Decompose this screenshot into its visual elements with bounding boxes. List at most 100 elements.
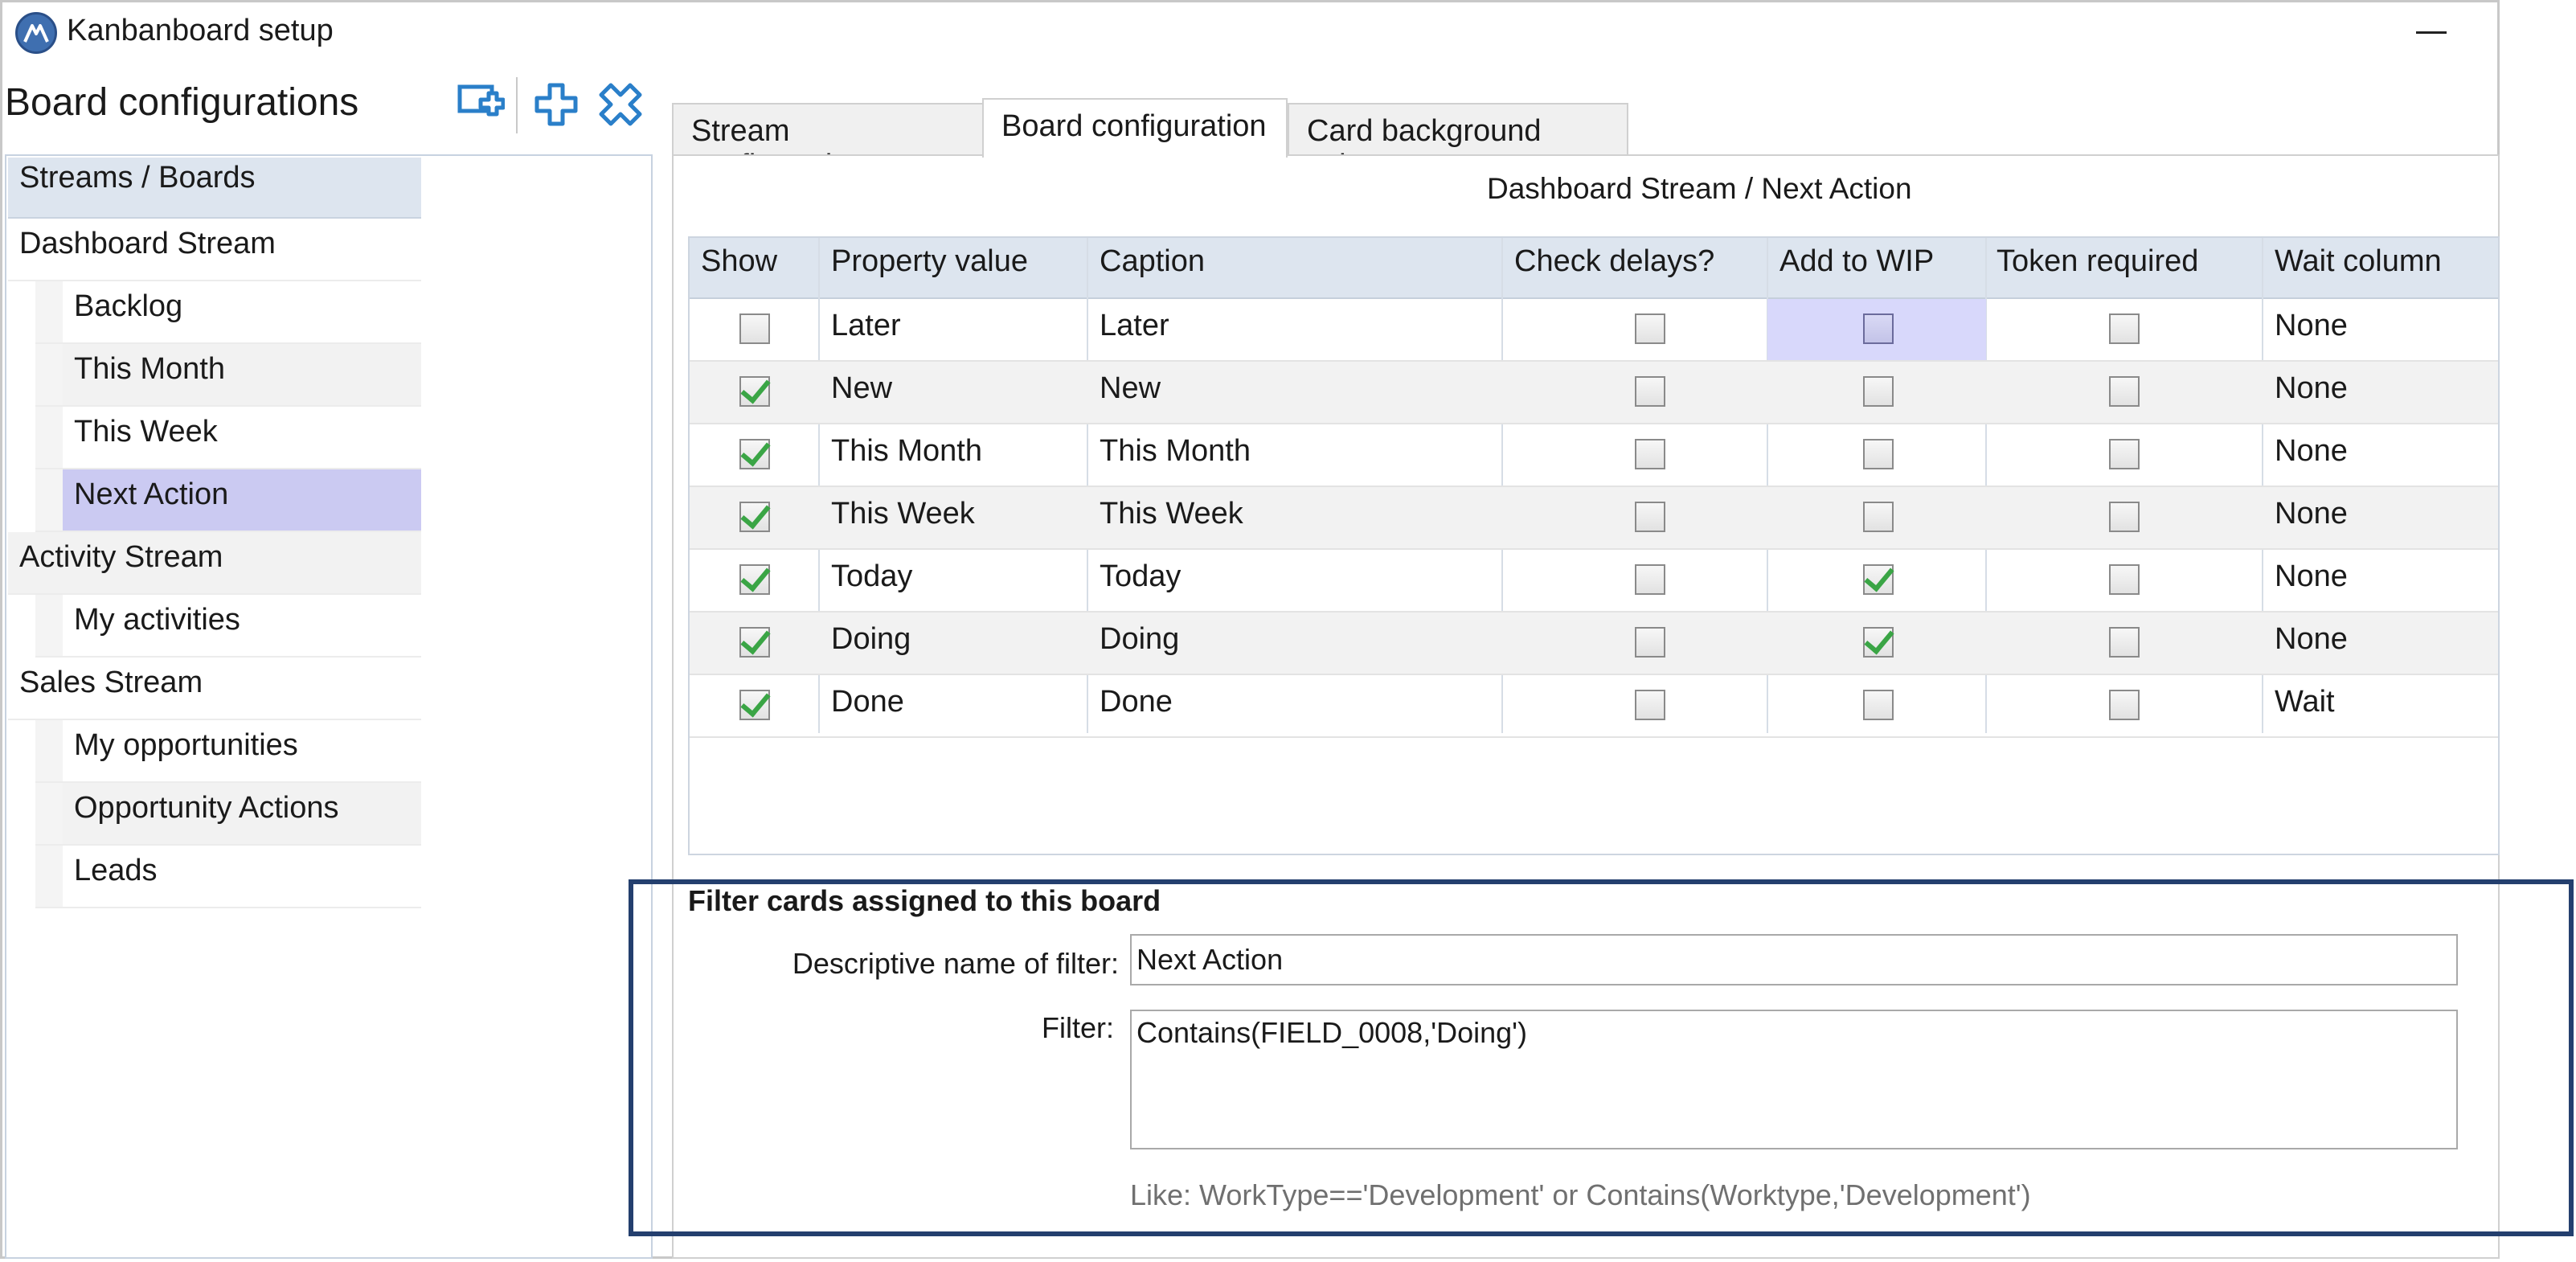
token-required-checkbox[interactable] [2109, 439, 2140, 469]
table-row[interactable]: This Month This Month None [690, 424, 2498, 487]
tree-item-my-activities[interactable]: My activities [35, 595, 421, 658]
add-board-button[interactable] [457, 80, 506, 129]
table-row[interactable]: Later Later None [690, 299, 2498, 362]
tree-item-leads[interactable]: Leads [35, 846, 421, 908]
tree-item-label: My activities [74, 603, 240, 637]
check-delays-checkbox[interactable] [1635, 690, 1665, 720]
property-value-cell[interactable]: This Week [831, 497, 975, 531]
minimize-button[interactable] [2410, 14, 2458, 51]
show-checkbox[interactable] [739, 564, 770, 595]
property-value-cell[interactable]: Later [831, 309, 901, 343]
show-checkbox[interactable] [739, 627, 770, 658]
property-value-cell[interactable]: This Month [831, 434, 982, 469]
add-to-wip-checkbox[interactable] [1863, 313, 1894, 344]
wait-column-cell[interactable]: None [2275, 497, 2348, 531]
column-header-property-value[interactable]: Property value [831, 244, 1028, 279]
show-checkbox[interactable] [739, 690, 770, 720]
tree-item-backlog[interactable]: Backlog [35, 281, 421, 344]
tab-stream-configuration[interactable]: Stream configuration [672, 103, 984, 182]
table-row[interactable]: Done Done Wait [690, 675, 2498, 738]
column-header-wait-column[interactable]: Wait column [2275, 244, 2442, 279]
tree-item-label: Backlog [74, 289, 183, 323]
wait-column-cell[interactable]: None [2275, 434, 2348, 469]
check-delays-checkbox[interactable] [1635, 376, 1665, 407]
app-logo-icon [15, 12, 57, 54]
tree-item-sales-stream[interactable]: Sales Stream [8, 658, 421, 720]
column-header-show[interactable]: Show [701, 244, 777, 279]
token-required-checkbox[interactable] [2109, 376, 2140, 407]
delete-icon [599, 83, 642, 126]
streams-boards-panel: Streams / Boards Dashboard Stream Backlo… [5, 154, 653, 1259]
add-to-wip-checkbox[interactable] [1863, 627, 1894, 658]
column-header-token-required[interactable]: Token required [1997, 244, 2198, 279]
add-to-wip-checkbox[interactable] [1863, 564, 1894, 595]
column-header-add-to-wip[interactable]: Add to WIP [1779, 244, 1934, 279]
column-header-check-delays[interactable]: Check delays? [1514, 244, 1714, 279]
token-required-checkbox[interactable] [2109, 690, 2140, 720]
wait-column-cell[interactable]: None [2275, 622, 2348, 657]
show-checkbox[interactable] [739, 376, 770, 407]
check-delays-checkbox[interactable] [1635, 564, 1665, 595]
wait-column-cell[interactable]: None [2275, 309, 2348, 343]
tree-item-dashboard-stream[interactable]: Dashboard Stream [8, 219, 421, 281]
check-delays-checkbox[interactable] [1635, 502, 1665, 532]
tree-item-opportunity-actions[interactable]: Opportunity Actions [35, 783, 421, 846]
caption-cell[interactable]: Done [1100, 685, 1173, 719]
add-to-wip-checkbox[interactable] [1863, 502, 1894, 532]
token-required-checkbox[interactable] [2109, 313, 2140, 344]
tree-item-label: Leads [74, 854, 158, 887]
board-title: Dashboard Stream / Next Action [1487, 172, 1912, 205]
board-columns-grid: Show Property value Caption Check delays… [688, 236, 2500, 855]
property-value-cell[interactable]: Done [831, 685, 904, 719]
tree-item-label: This Month [74, 352, 225, 386]
caption-cell[interactable]: This Month [1100, 434, 1251, 469]
property-value-cell[interactable]: Today [831, 559, 912, 594]
show-checkbox[interactable] [739, 502, 770, 532]
wait-column-cell[interactable]: Wait [2275, 685, 2335, 719]
caption-cell[interactable]: Later [1100, 309, 1169, 343]
tree-item-activity-stream[interactable]: Activity Stream [8, 532, 421, 595]
tree-item-label: My opportunities [74, 728, 298, 762]
caption-cell[interactable]: Today [1100, 559, 1181, 594]
tree-item-this-month[interactable]: This Month [35, 344, 421, 407]
show-checkbox[interactable] [739, 439, 770, 469]
tree-item-label: This Week [74, 415, 218, 449]
show-checkbox[interactable] [739, 313, 770, 344]
tab-card-background-colors[interactable]: Card background colors [1288, 103, 1628, 182]
delete-button[interactable] [596, 80, 645, 129]
caption-cell[interactable]: This Week [1100, 497, 1243, 531]
token-required-checkbox[interactable] [2109, 564, 2140, 595]
grid-header: Show Property value Caption Check delays… [690, 238, 2498, 299]
check-delays-checkbox[interactable] [1635, 439, 1665, 469]
property-value-cell[interactable]: Doing [831, 622, 911, 657]
check-delays-checkbox[interactable] [1635, 313, 1665, 344]
tree-header: Streams / Boards [8, 158, 421, 219]
add-board-icon [457, 84, 506, 117]
tree-item-label: Opportunity Actions [74, 791, 339, 825]
add-button[interactable] [532, 80, 580, 129]
token-required-checkbox[interactable] [2109, 502, 2140, 532]
add-to-wip-checkbox[interactable] [1863, 690, 1894, 720]
caption-cell[interactable]: New [1100, 371, 1161, 406]
tab-board-configuration[interactable]: Board configuration [982, 98, 1288, 158]
table-row[interactable]: This Week This Week None [690, 487, 2498, 550]
tree-item-next-action[interactable]: Next Action [35, 469, 421, 532]
column-header-caption[interactable]: Caption [1100, 244, 1205, 279]
board-configurations-title: Board configurations [5, 81, 359, 124]
table-row[interactable]: Today Today None [690, 550, 2498, 613]
tree-item-my-opportunities[interactable]: My opportunities [35, 720, 421, 783]
window-title: Kanbanboard setup [67, 14, 334, 47]
wait-column-cell[interactable]: None [2275, 559, 2348, 594]
add-to-wip-checkbox[interactable] [1863, 439, 1894, 469]
toolbar-separator [516, 77, 518, 133]
property-value-cell[interactable]: New [831, 371, 892, 406]
table-row[interactable]: New New None [690, 362, 2498, 424]
check-delays-checkbox[interactable] [1635, 627, 1665, 658]
wait-column-cell[interactable]: None [2275, 371, 2348, 406]
add-icon [534, 83, 578, 126]
table-row[interactable]: Doing Doing None [690, 613, 2498, 675]
add-to-wip-checkbox[interactable] [1863, 376, 1894, 407]
token-required-checkbox[interactable] [2109, 627, 2140, 658]
caption-cell[interactable]: Doing [1100, 622, 1179, 657]
tree-item-this-week[interactable]: This Week [35, 407, 421, 469]
